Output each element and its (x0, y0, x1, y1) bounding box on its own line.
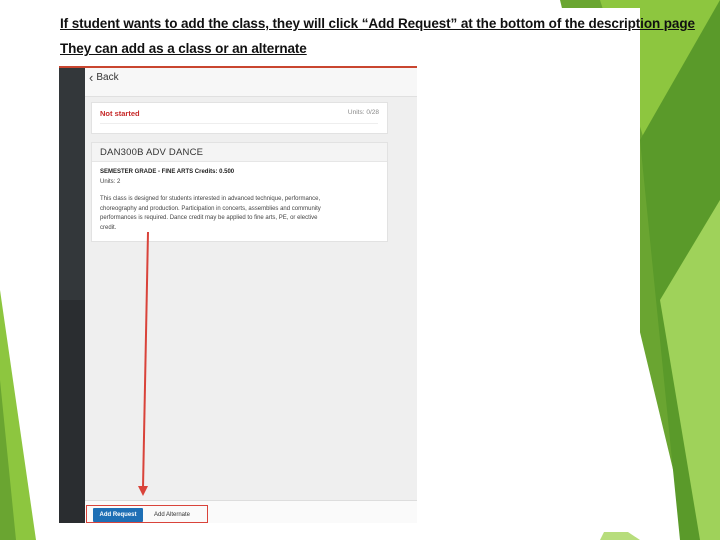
back-link[interactable]: ‹ Back (89, 69, 119, 85)
slide-heading-line-1: If student wants to add the class, they … (60, 16, 695, 31)
back-label: Back (96, 72, 119, 83)
units-progress: Units: 0/28 (347, 109, 379, 116)
status-card: Not started Units: 0/28 (91, 102, 388, 134)
add-request-button[interactable]: Add Request (93, 508, 143, 522)
grade-credits: SEMESTER GRADE - FINE ARTS Credits: 0.50… (100, 169, 235, 175)
course-description-screenshot: ‹ Back Not started Units: 0/28 DAN300B A… (59, 66, 417, 523)
course-description: This class is designed for students inte… (100, 196, 321, 231)
status-text: Not started (100, 109, 140, 118)
course-card: DAN300B ADV DANCE SEMESTER GRADE - FINE … (91, 142, 388, 242)
course-title: DAN300B ADV DANCE (100, 147, 204, 158)
dark-sidebar (59, 68, 85, 523)
add-alternate-button[interactable]: Add Alternate (147, 508, 197, 522)
slide-heading-line-2: They can add as a class or an alternate (60, 41, 307, 56)
chevron-left-icon: ‹ (89, 69, 94, 85)
course-units: Units: 2 (100, 179, 121, 185)
back-row (85, 68, 417, 97)
